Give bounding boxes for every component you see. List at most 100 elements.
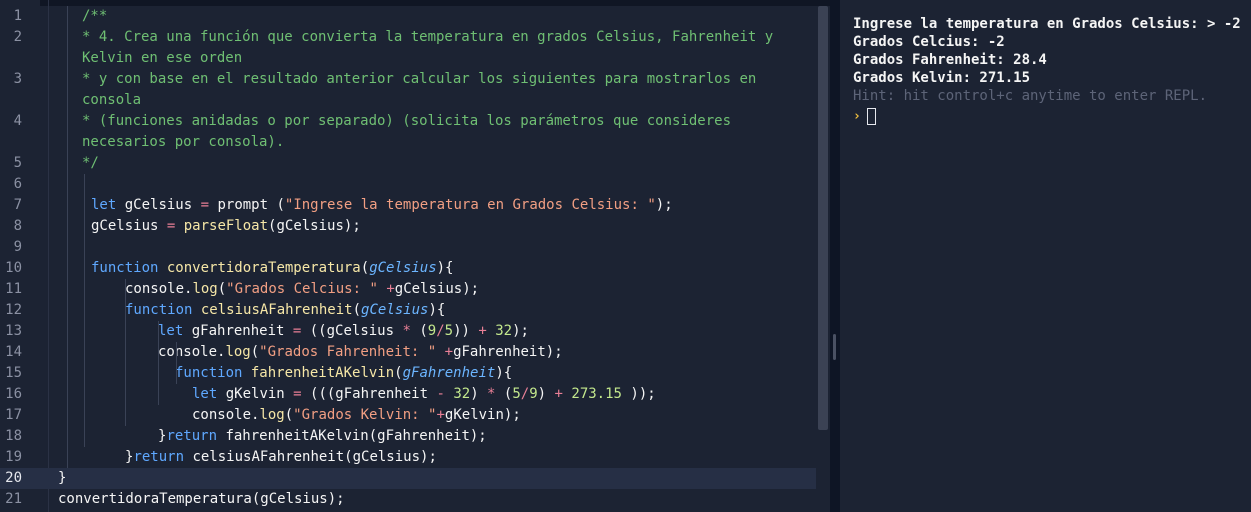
- code-token: 273.15: [571, 386, 622, 402]
- console-panel[interactable]: Ingrese la temperatura en Grados Celsius…: [840, 0, 1251, 512]
- code-line[interactable]: 8 gCelsius = parseFloat(gCelsius);: [0, 216, 816, 237]
- code-token: celsiusAFahrenheit: [200, 302, 353, 318]
- line-number: 3: [13, 71, 22, 87]
- chevron-right-icon: ›: [853, 108, 861, 124]
- code-token: gCelsius: [361, 302, 429, 318]
- code-token: gCelsius: [91, 218, 167, 234]
- code-token: consola: [82, 92, 142, 108]
- code-token: gCelsius);: [394, 281, 480, 297]
- line-number: 20: [5, 470, 22, 486]
- code-token: +: [386, 281, 395, 297]
- line-number: 4: [13, 113, 22, 129]
- code-text: let gFahrenheit = ((gCelsius * (9/5)) + …: [158, 321, 529, 342]
- code-token: convertidoraTemperatura(gCelsius);: [58, 491, 345, 507]
- code-text: /**: [82, 6, 107, 27]
- pane-resize-handle[interactable]: [833, 334, 836, 360]
- code-token: ));: [621, 386, 656, 402]
- code-token: (gCelsius);: [268, 218, 361, 234]
- code-token: log: [259, 407, 285, 423]
- code-line[interactable]: 19}return celsiusAFahrenheit(gCelsius);: [0, 447, 816, 468]
- code-line[interactable]: 18}return fahrenheitAKelvin(gFahrenheit)…: [0, 426, 816, 447]
- line-number: 19: [5, 449, 22, 465]
- code-line[interactable]: 11 console.log("Grados Celcius: " +gCelsi…: [0, 279, 816, 300]
- code-line[interactable]: 4 * (funciones anidadas o por separado) (…: [0, 111, 816, 132]
- code-token: (: [250, 344, 260, 360]
- code-line[interactable]: necesarios por consola).: [0, 132, 816, 153]
- code-line[interactable]: 3 * y con base en el resultado anterior c…: [0, 69, 816, 90]
- code-token: necesarios por consola).: [82, 134, 285, 150]
- code-text: let gKelvin = (((gFahrenheit - 32) * (5/…: [192, 384, 656, 405]
- code-text: function celsiusAFahrenheit(gCelsius){: [125, 300, 445, 321]
- indent-guide: [158, 321, 159, 405]
- code-text: console.log("Grados Kelvin: "+gKelvin);: [192, 405, 521, 426]
- code-token: gFahrenheit: [402, 365, 496, 381]
- code-line[interactable]: consola: [0, 90, 816, 111]
- code-line[interactable]: 16 let gKelvin = (((gFahrenheit - 32) * (…: [0, 384, 816, 405]
- code-token: (: [495, 386, 513, 402]
- code-token: console.: [192, 407, 260, 423]
- code-line[interactable]: 20}: [0, 468, 816, 489]
- code-token: "Grados Fahrenheit: ": [259, 344, 437, 360]
- code-token: gFahrenheit: [183, 323, 293, 339]
- code-line[interactable]: 14 console.log("Grados Fahrenheit: " +gFa…: [0, 342, 816, 363]
- code-token: (: [394, 365, 403, 381]
- code-token: prompt (: [209, 197, 285, 213]
- pane-divider[interactable]: [830, 0, 840, 512]
- line-number: 14: [5, 344, 22, 360]
- console-cursor[interactable]: [867, 107, 876, 125]
- editor-scrollbar[interactable]: [816, 6, 830, 512]
- code-token: function: [91, 260, 159, 276]
- code-token: convertidoraTemperatura: [166, 260, 361, 276]
- code-token: (: [217, 281, 227, 297]
- console-input-line[interactable]: ›: [853, 105, 1251, 127]
- console-output-line: Grados Fahrenheit: 28.4: [853, 52, 1047, 68]
- code-token: +: [478, 323, 487, 339]
- code-token: * 4. Crea una función que convierta la t…: [82, 29, 774, 45]
- line-number: 6: [13, 176, 22, 192]
- indent-guide: [176, 342, 177, 384]
- code-line[interactable]: 5 */: [0, 153, 816, 174]
- line-number: 10: [5, 260, 22, 276]
- code-token: ): [537, 386, 555, 402]
- code-line[interactable]: 2 * 4. Crea una función que convierta la …: [0, 27, 816, 48]
- code-line[interactable]: 10 function convertidoraTemperatura(gCels…: [0, 258, 816, 279]
- code-line[interactable]: 6: [0, 174, 816, 195]
- line-number: 15: [5, 365, 22, 381]
- line-number: 13: [5, 323, 22, 339]
- line-number: 17: [5, 407, 22, 423]
- code-line[interactable]: 15 function fahrenheitAKelvin(gFahrenheit…: [0, 363, 816, 384]
- code-token: =: [200, 197, 210, 213]
- code-line[interactable]: 9: [0, 237, 816, 258]
- code-token: log: [225, 344, 251, 360]
- code-token: "Grados Celcius: ": [226, 281, 378, 297]
- code-token: ){: [428, 302, 446, 318]
- code-token: 5: [444, 323, 454, 339]
- code-token: +: [436, 407, 445, 423]
- code-token: Kelvin en ese orden: [82, 50, 243, 66]
- code-line[interactable]: 7 let gCelsius = prompt ("Ingrese la temp…: [0, 195, 816, 216]
- line-number: 11: [5, 281, 22, 297]
- code-line[interactable]: Kelvin en ese orden: [0, 48, 816, 69]
- code-line[interactable]: 13 let gFahrenheit = ((gCelsius * (9/5)) …: [0, 321, 816, 342]
- code-token: function: [175, 365, 243, 381]
- line-number: 8: [13, 218, 22, 234]
- code-token: 5: [512, 386, 521, 402]
- code-token: gFahrenheit);: [453, 344, 563, 360]
- code-text: function fahrenheitAKelvin(gFahrenheit){: [175, 363, 512, 384]
- code-line[interactable]: 1 /**: [0, 6, 816, 27]
- code-token: let: [158, 323, 184, 339]
- code-token: log: [192, 281, 218, 297]
- code-line[interactable]: 12 function celsiusAFahrenheit(gCelsius){: [0, 300, 816, 321]
- code-line[interactable]: 17 console.log("Grados Kelvin: "+gKelvin)…: [0, 405, 816, 426]
- code-text: */: [82, 153, 99, 174]
- code-token: 32: [453, 386, 471, 402]
- code-editor[interactable]: 1 /** 2 * 4. Crea una función que convierta…: [0, 0, 830, 512]
- code-text: * y con base en el resultado anterior ca…: [82, 69, 756, 90]
- editor-scrollbar-thumb[interactable]: [818, 6, 828, 430]
- code-line[interactable]: 21 convertidoraTemperatura(gCelsius);: [0, 489, 816, 510]
- code-text: * 4. Crea una función que convierta la t…: [82, 27, 773, 48]
- code-token: gCelsius: [116, 197, 201, 213]
